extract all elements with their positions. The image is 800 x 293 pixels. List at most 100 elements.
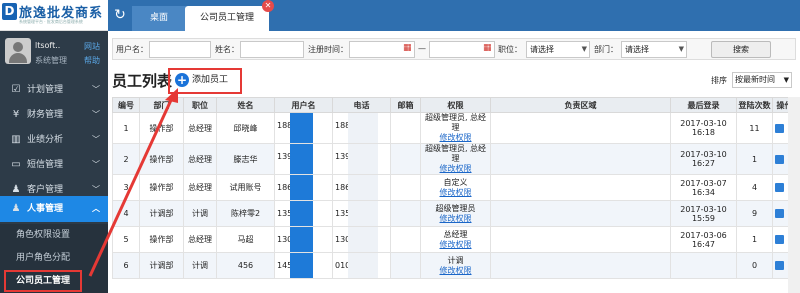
position-select[interactable]: 请选择 ▼ — [526, 41, 590, 58]
cell-dept: 计调部 — [139, 252, 184, 279]
register-time-label: 注册时间： — [308, 45, 348, 54]
col-header-username[interactable]: 用户名 — [274, 97, 333, 113]
redaction-block — [290, 253, 313, 278]
cell-name: 陈梓零2 — [216, 200, 275, 227]
cell-username: 145 — [274, 252, 333, 279]
search-button[interactable]: 搜索 — [711, 41, 771, 58]
sort-select[interactable]: 按最新时间 ▼ — [732, 72, 792, 88]
edit-icon[interactable] — [774, 261, 784, 270]
edit-icon[interactable] — [774, 154, 784, 164]
sidebar-item-label: 人事管理 — [27, 204, 64, 214]
tab-close-icon[interactable]: ✕ — [262, 0, 274, 12]
money-icon: ¥ — [12, 109, 20, 120]
cell-name: 试用账号 — [216, 174, 275, 201]
website-link[interactable]: 网站 — [84, 41, 100, 52]
col-header-region[interactable]: 负责区域 — [490, 97, 671, 113]
name-input[interactable] — [240, 41, 304, 58]
sort-select-value: 按最新时间 — [735, 75, 775, 84]
table-row[interactable]: 5操作部总经理马超130130总经理修改权限2017-03-06 16:471✕ — [112, 226, 797, 253]
redaction-block — [290, 113, 313, 143]
table-row[interactable]: 2 操作部 总经理 滕志华 139 139 超级管理员, 总经理 修改权限 2017-03-10… — [112, 143, 797, 175]
cell-phone: 010 — [332, 252, 391, 279]
col-header-login-count[interactable]: 登陆次数 — [736, 97, 773, 113]
edit-permission-link[interactable]: 修改权限 — [421, 240, 490, 250]
sidebar-item-label: 财务管理 — [27, 110, 64, 120]
edit-icon[interactable] — [774, 209, 784, 218]
col-header-phone[interactable]: 电话 — [332, 97, 391, 113]
cell-name: 滕志华 — [216, 143, 275, 175]
cell-login-count: 4 — [736, 174, 773, 201]
cell-username: 139 — [274, 143, 333, 175]
date-separator: — — [418, 44, 426, 53]
tab-staff-management[interactable]: 公司员工管理 — [185, 6, 269, 31]
chevron-down-icon: ﹀ — [92, 110, 100, 119]
table-row[interactable]: 3 操作部 总经理 试用账号 186 186 自定义 修改权限 2017-03-07 16:34… — [112, 174, 797, 201]
col-header-email[interactable]: 邮箱 — [390, 97, 421, 113]
name-label: 姓名： — [215, 45, 239, 54]
refresh-icon[interactable]: ↻ — [108, 0, 132, 31]
cell-position: 总经理 — [183, 143, 217, 175]
position-select-value: 请选择 — [530, 45, 554, 54]
user-name: ltsoft.. — [35, 41, 61, 50]
cell-email — [390, 252, 421, 279]
username-input[interactable] — [149, 41, 211, 58]
edit-permission-link[interactable]: 修改权限 — [421, 164, 490, 174]
col-header-name[interactable]: 姓名 — [216, 97, 275, 113]
redaction-block — [290, 227, 313, 252]
sidebar-item-finance[interactable]: ¥ 财务管理 ﹀ — [0, 102, 108, 128]
tab-desktop[interactable]: 桌面 — [132, 6, 186, 31]
cell-no: 5 — [112, 226, 140, 253]
edit-permission-link[interactable]: 修改权限 — [421, 133, 490, 143]
col-header-last-login[interactable]: 最后登录 — [670, 97, 737, 113]
cell-dept: 操作部 — [139, 143, 184, 175]
calendar-icon[interactable]: ▦ — [403, 43, 413, 53]
edit-permission-link[interactable]: 修改权限 — [421, 188, 490, 198]
calendar-icon[interactable]: ▦ — [483, 43, 493, 53]
cell-no: 3 — [112, 174, 140, 201]
cell-last-login: 2017-03-10 15:59 — [670, 200, 737, 227]
sidebar-item-analysis[interactable]: ▥ 业绩分析 ﹀ — [0, 127, 108, 153]
cell-position: 总经理 — [183, 226, 217, 253]
edit-permission-link[interactable]: 修改权限 — [421, 266, 490, 276]
col-header-no[interactable]: 编号 — [112, 97, 140, 113]
col-header-dept[interactable]: 部门 — [139, 97, 184, 113]
edit-icon[interactable] — [774, 123, 784, 133]
cell-dept: 操作部 — [139, 174, 184, 201]
table-row[interactable]: 1 操作部 总经理 邱晓峰 188 188 超级管理员, 总经理 修改权限 2017-03-10… — [112, 112, 797, 144]
cell-permission: 自定义 修改权限 — [420, 174, 491, 201]
edit-icon[interactable] — [774, 183, 784, 192]
cell-permission: 总经理 修改权限 — [420, 226, 491, 253]
permission-text: 自定义 — [443, 177, 468, 187]
sidebar-subitem-user-roles[interactable]: 用户角色分配 — [0, 247, 108, 270]
col-header-permission[interactable]: 权限 — [420, 97, 491, 113]
cell-username: 135 — [274, 200, 333, 227]
cell-name: 456 — [216, 252, 275, 279]
cell-permission: 超级管理员, 总经理 修改权限 — [420, 143, 491, 175]
table-row[interactable]: 6计调部计调456145010计调修改权限0✕ — [112, 252, 797, 279]
dept-select-value: 请选择 — [625, 45, 649, 54]
sidebar-subitem-role-permissions[interactable]: 角色权限设置 — [0, 224, 108, 247]
cell-position: 计调 — [183, 200, 217, 227]
cell-no: 4 — [112, 200, 140, 227]
cell-last-login: 2017-03-10 16:18 — [670, 112, 737, 144]
cell-phone: 135 — [332, 200, 391, 227]
avatar — [5, 38, 31, 64]
table-row[interactable]: 4 计调部 计调 陈梓零2 135 135 超级管理员 修改权限 2017-03-10 15:5… — [112, 200, 797, 227]
edit-permission-link[interactable]: 修改权限 — [421, 214, 490, 224]
sort-label: 排序 — [711, 76, 727, 85]
col-header-position[interactable]: 职位 — [183, 97, 217, 113]
help-link[interactable]: 帮助 — [84, 55, 100, 66]
edit-icon[interactable] — [774, 235, 784, 244]
dept-select[interactable]: 请选择 ▼ — [621, 41, 687, 58]
sidebar-item-sms[interactable]: ▭ 短信管理 ﹀ — [0, 152, 108, 178]
cell-login-count: 9 — [736, 200, 773, 227]
sidebar-item-hr[interactable]: ♟ 人事管理 ︿ — [0, 196, 108, 222]
permission-text: 超级管理员 — [435, 203, 476, 213]
permission-text: 超级管理员, 总经理 — [424, 113, 487, 132]
cell-no: 1 — [112, 112, 140, 144]
scrollbar[interactable] — [788, 97, 800, 293]
chevron-down-icon: ﹀ — [92, 135, 100, 144]
sidebar: ltsoft.. 系统管理 网站 帮助 ☑ 计划管理 ﹀ ¥ 财务管理 ﹀ ▥ … — [0, 31, 108, 293]
cell-no: 2 — [112, 143, 140, 175]
sidebar-item-plan[interactable]: ☑ 计划管理 ﹀ — [0, 77, 108, 103]
